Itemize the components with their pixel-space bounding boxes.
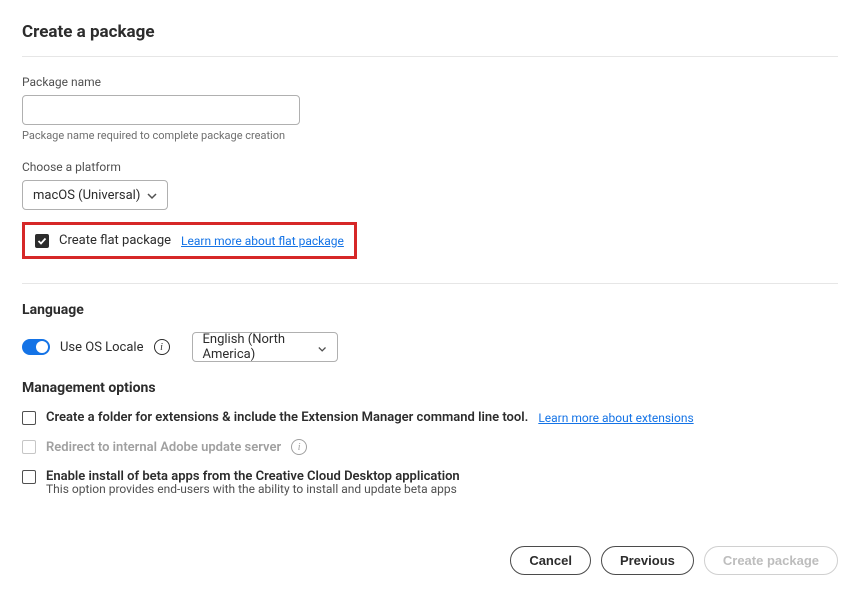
- language-section: Language Use OS Locale i English (North …: [22, 302, 838, 362]
- divider-wrap: [22, 283, 838, 284]
- redirect-label: Redirect to internal Adobe update server: [46, 440, 281, 455]
- os-locale-label: Use OS Locale: [60, 340, 144, 355]
- extensions-checkbox[interactable]: [22, 411, 36, 425]
- platform-value: macOS (Universal): [33, 188, 140, 203]
- beta-checkbox[interactable]: [22, 470, 36, 484]
- redirect-option: Redirect to internal Adobe update server…: [22, 439, 838, 455]
- package-name-helper: Package name required to complete packag…: [22, 129, 838, 142]
- info-icon[interactable]: i: [291, 439, 307, 455]
- divider: [22, 283, 838, 284]
- redirect-checkbox: [22, 440, 36, 454]
- platform-label: Choose a platform: [22, 160, 838, 174]
- create-package-button: Create package: [704, 546, 838, 575]
- extensions-option: Create a folder for extensions & include…: [22, 410, 838, 425]
- flat-package-highlight: Create flat package Learn more about fla…: [22, 222, 357, 259]
- previous-button[interactable]: Previous: [601, 546, 694, 575]
- os-locale-toggle[interactable]: [22, 339, 50, 355]
- package-name-label: Package name: [22, 75, 838, 89]
- language-select[interactable]: English (North America): [192, 332, 338, 362]
- divider: [22, 56, 838, 57]
- footer: Cancel Previous Create package: [22, 546, 838, 575]
- management-heading: Management options: [22, 380, 838, 396]
- platform-section: Choose a platform macOS (Universal) Crea…: [22, 160, 838, 259]
- platform-select[interactable]: macOS (Universal): [22, 180, 168, 210]
- package-name-input[interactable]: [22, 95, 300, 125]
- info-icon[interactable]: i: [154, 339, 170, 355]
- flat-package-checkbox[interactable]: [35, 234, 49, 248]
- package-name-section: Package name Package name required to co…: [22, 75, 838, 142]
- extensions-label: Create a folder for extensions & include…: [46, 410, 528, 425]
- flat-package-link[interactable]: Learn more about flat package: [181, 234, 344, 248]
- language-value: English (North America): [203, 332, 319, 362]
- language-heading: Language: [22, 302, 838, 318]
- page-title: Create a package: [22, 22, 838, 42]
- beta-sublabel: This option provides end-users with the …: [46, 482, 838, 496]
- flat-package-label: Create flat package: [59, 233, 171, 248]
- extensions-link[interactable]: Learn more about extensions: [538, 411, 693, 425]
- chevron-down-icon: [318, 342, 326, 352]
- management-section: Management options Create a folder for e…: [22, 380, 838, 496]
- chevron-down-icon: [147, 190, 157, 200]
- cancel-button[interactable]: Cancel: [510, 546, 591, 575]
